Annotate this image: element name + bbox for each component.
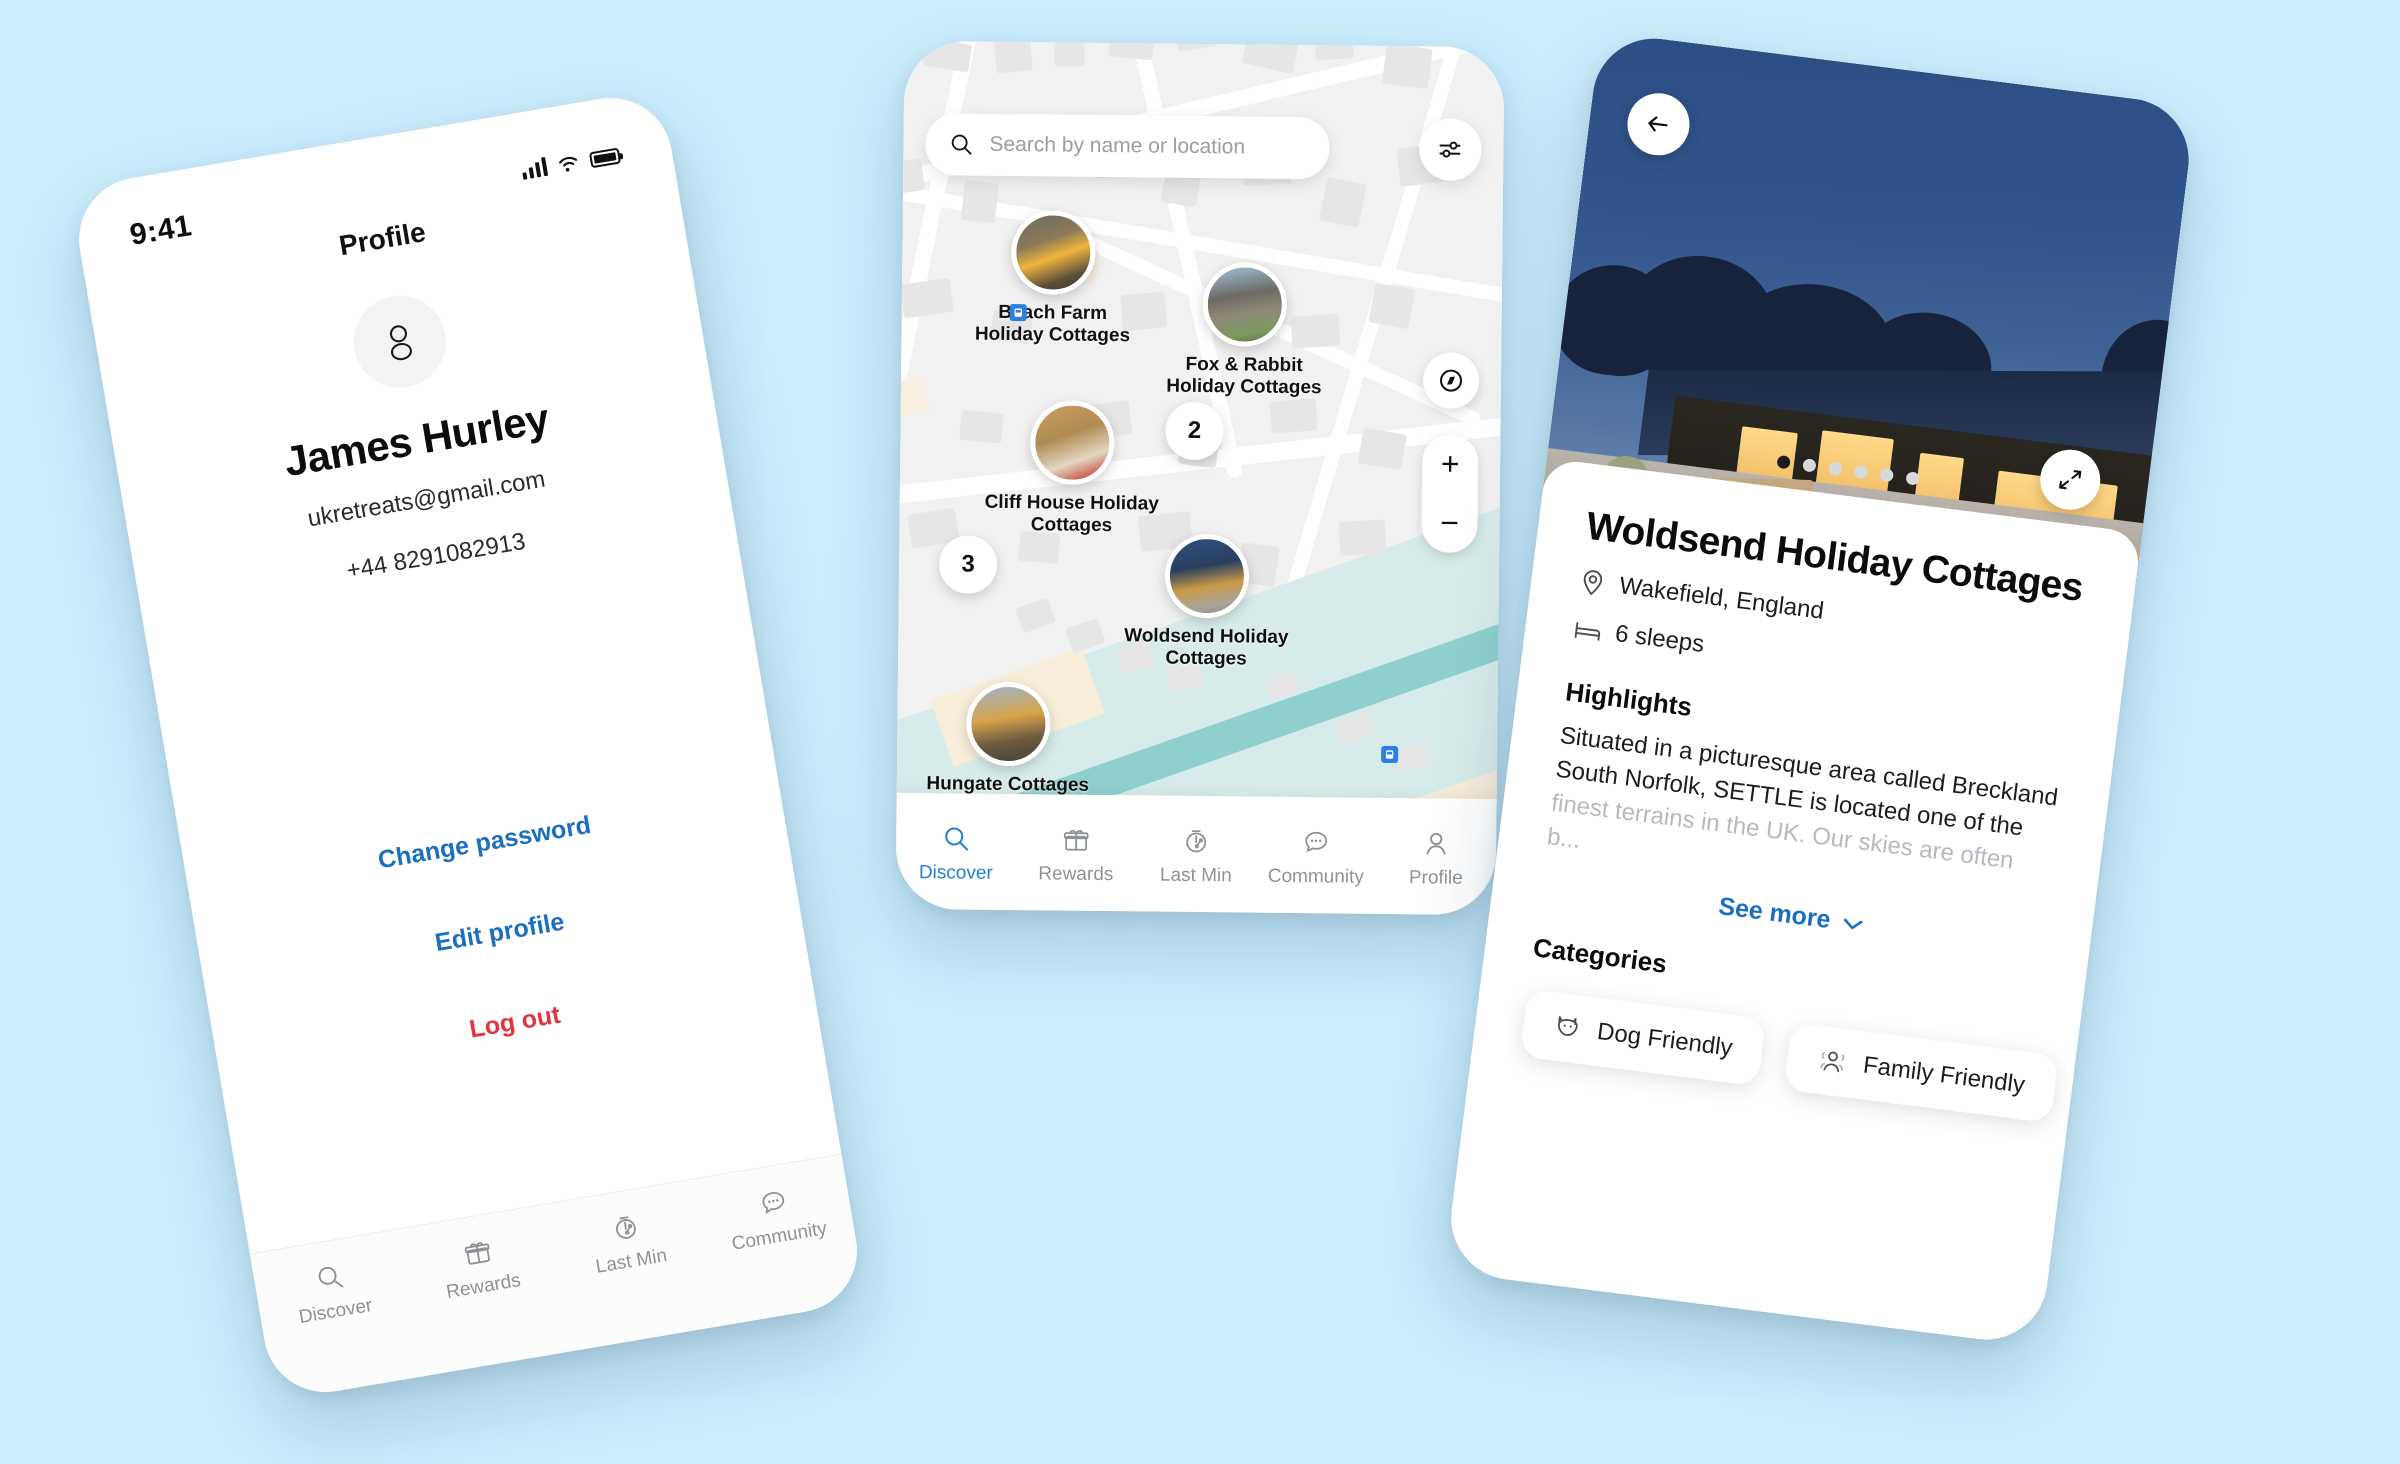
nav-label: Discover: [297, 1294, 374, 1329]
gallery-dot[interactable]: [1904, 471, 1920, 486]
cabin-evening-thumb: [1010, 210, 1096, 295]
nav-label: Profile: [1408, 867, 1463, 889]
nav-item-rewards[interactable]: Rewards: [401, 1226, 559, 1310]
detail-sheet: Woldsend Holiday Cottages Wakefield, Eng…: [1444, 457, 2143, 1347]
user-avatar-icon: [389, 325, 412, 361]
property-detail-phone: Woldsend Holiday Cottages Wakefield, Eng…: [1444, 31, 2196, 1347]
bed-icon: [1574, 622, 1601, 641]
gallery-dot[interactable]: [1853, 464, 1868, 480]
nav-item-discover[interactable]: Discover: [254, 1251, 412, 1335]
chevron-down-icon: [1844, 918, 1863, 930]
barn-interior-thumb: [1029, 400, 1115, 486]
map-pin-label: Cliff House Holiday Cottages: [984, 491, 1159, 537]
gallery-dot[interactable]: [1827, 461, 1843, 476]
screenshot-stage: 9:41 Profile James Hurley ukretreats@gma…: [0, 0, 2400, 1464]
bottom-nav: Discover Rewards: [895, 792, 1497, 916]
nav-item-community[interactable]: Community: [697, 1176, 855, 1260]
map-canvas[interactable]: Search by name or location Beach Farm Ho…: [895, 40, 1505, 916]
location-pin-icon: [1583, 570, 1603, 596]
category-label: Family Friendly: [1861, 1051, 2027, 1100]
stopwatch-percent-icon: [616, 1216, 636, 1239]
map-pin-label: Woldsend Holiday Cottages: [1124, 625, 1289, 670]
map-pin-woldsend[interactable]: Woldsend Holiday Cottages: [1106, 533, 1307, 672]
compass-button[interactable]: [1422, 352, 1480, 409]
dog-icon: [1557, 1016, 1578, 1037]
nav-label: Community: [1267, 865, 1364, 888]
wifi-icon: [559, 156, 578, 172]
map-cluster-3[interactable]: 3: [938, 535, 998, 594]
hungate-thumb: [965, 681, 1051, 767]
map-pin-cliff-house[interactable]: Cliff House Holiday Cottages: [961, 400, 1182, 539]
stone-cottage-thumb: [1202, 262, 1288, 347]
gallery-dot[interactable]: [1775, 454, 1791, 470]
chat-bubble-icon: [762, 1192, 785, 1215]
search-icon: [945, 827, 969, 851]
nav-item-last-min[interactable]: Last Min: [1136, 826, 1257, 887]
search-icon: [951, 134, 972, 155]
location-text: Wakefield, England: [1617, 572, 1826, 625]
nav-item-discover[interactable]: Discover: [896, 824, 1017, 885]
nav-label: Community: [730, 1218, 829, 1255]
arrow-left-icon: [1648, 116, 1668, 132]
nav-item-community[interactable]: Community: [1256, 828, 1377, 889]
bus-stop-icon[interactable]: [1009, 303, 1027, 322]
search-icon: [318, 1266, 344, 1288]
nav-label: Last Min: [1159, 864, 1232, 887]
map-pin-fox-rabbit[interactable]: Fox & Rabbit Holiday Cottages: [1149, 261, 1340, 400]
stopwatch-percent-icon: [1186, 830, 1207, 853]
map-phone: Search by name or location Beach Farm Ho…: [895, 40, 1505, 916]
status-time: 9:41: [127, 209, 195, 252]
nav-item-last-min[interactable]: Last Min: [549, 1201, 707, 1285]
family-icon: [1820, 1052, 1845, 1073]
avatar[interactable]: [346, 288, 453, 395]
nav-label: Rewards: [444, 1269, 523, 1304]
search-bar[interactable]: Search by name or location: [925, 113, 1330, 180]
category-label: Dog Friendly: [1595, 1018, 1734, 1063]
nav-label: Rewards: [1038, 863, 1114, 886]
profile-phone: 9:41 Profile James Hurley ukretreats@gma…: [69, 88, 867, 1402]
gallery-dot[interactable]: [1879, 467, 1894, 483]
nav-label: Last Min: [594, 1245, 669, 1278]
bus-stop-icon[interactable]: [1381, 745, 1399, 764]
map-pin-beach-farm[interactable]: Beach Farm Holiday Cottages: [957, 209, 1148, 348]
zoom-in-button[interactable]: +: [1422, 434, 1479, 494]
battery-icon: [588, 147, 622, 169]
gallery-dot[interactable]: [1801, 458, 1817, 473]
nav-item-profile[interactable]: Profile: [1376, 829, 1497, 890]
sleeps-text: 6 sleeps: [1613, 620, 1706, 659]
gift-icon: [1063, 829, 1089, 851]
zoom-controls: + −: [1421, 434, 1479, 553]
category-chip-family-friendly[interactable]: Family Friendly: [1783, 1022, 2059, 1124]
signal-bars-icon: [520, 156, 549, 180]
chat-bubble-icon: [1305, 831, 1328, 853]
map-cluster-2[interactable]: 2: [1165, 401, 1224, 461]
sliders-filter-icon: [1439, 141, 1461, 158]
compass-icon: [1440, 369, 1463, 392]
search-input[interactable]: Search by name or location: [989, 133, 1245, 160]
map-pin-label: Beach Farm Holiday Cottages: [974, 301, 1131, 347]
map-pin-label: Fox & Rabbit Holiday Cottages: [1166, 353, 1322, 399]
filter-button[interactable]: [1419, 118, 1482, 181]
person-icon: [1426, 832, 1446, 855]
account-actions: Change password Edit profile Log out: [186, 779, 823, 1148]
bottom-nav: Discover Rewards: [249, 1153, 867, 1402]
woldsend-dusk-thumb: [1164, 533, 1250, 619]
category-chip-dog-friendly[interactable]: Dog Friendly: [1519, 989, 1767, 1087]
nav-label: Discover: [918, 862, 993, 884]
see-more-label: See more: [1716, 892, 1833, 935]
status-icons: [520, 144, 622, 180]
gift-icon: [464, 1242, 490, 1265]
nav-item-rewards[interactable]: Rewards: [1016, 825, 1137, 886]
zoom-out-button[interactable]: −: [1421, 493, 1478, 553]
map-pin-hungate[interactable]: Hungate Cottages: [903, 681, 1114, 798]
